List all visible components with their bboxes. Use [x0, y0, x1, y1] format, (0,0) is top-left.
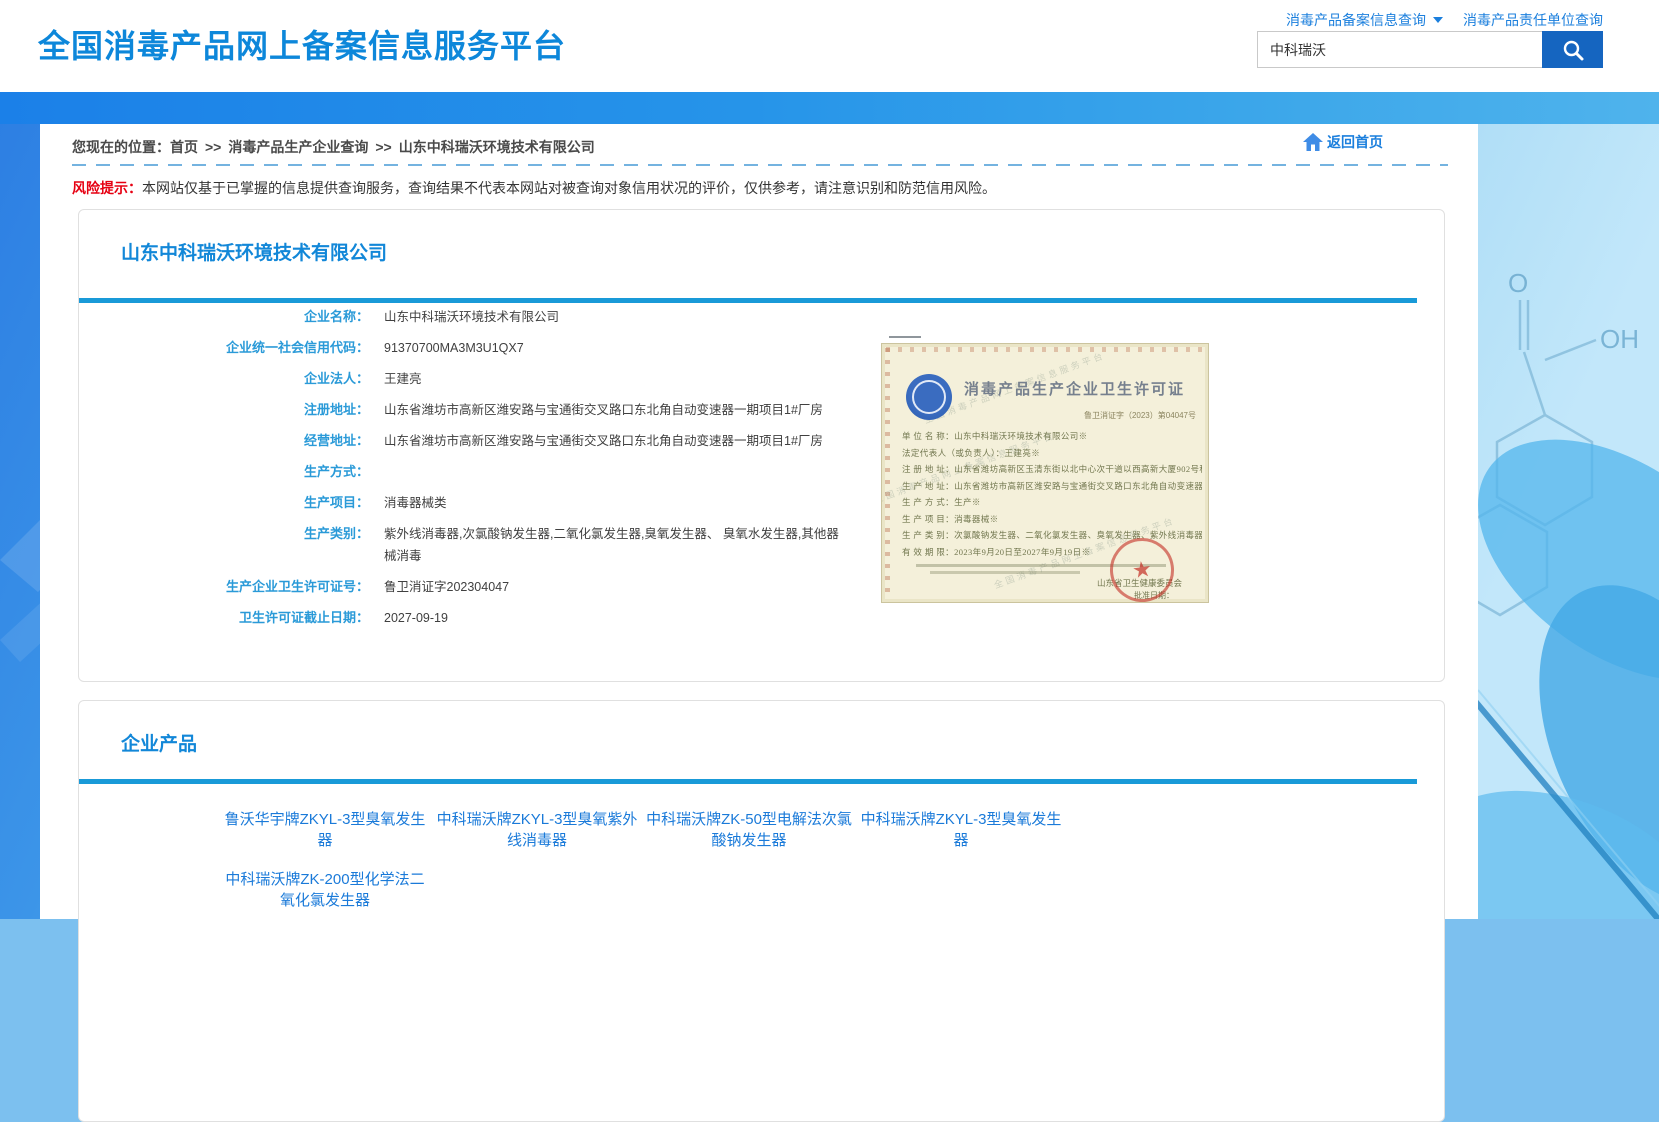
card-divider: [79, 298, 1417, 303]
field-row-production-mode: 生产方式：: [79, 461, 959, 483]
certificate-footnote-line: [930, 571, 1080, 574]
field-value: 山东中科瑞沃环境技术有限公司: [384, 306, 559, 328]
risk-notice: 风险提示：本网站仅基于已掌握的信息提供查询服务，查询结果不代表本网站对被查询对象…: [72, 178, 996, 198]
image-loading-dash: [889, 336, 921, 338]
field-label: 生产方式：: [79, 461, 369, 483]
nav-link-label: 消毒产品责任单位查询: [1463, 10, 1603, 30]
search-icon: [1561, 38, 1585, 62]
certificate-line: 生 产 方 式：生产※: [902, 494, 1202, 511]
search-input[interactable]: [1257, 31, 1542, 68]
field-row-business-address: 经营地址： 山东省潍坊市高新区潍安路与宝通街交叉路口东北角自动变速器一期项目1#…: [79, 430, 959, 452]
breadcrumb-enterprise-query[interactable]: 消毒产品生产企业查询: [228, 139, 368, 155]
field-label: 卫生许可证截止日期：: [79, 607, 369, 629]
field-row-license-number: 生产企业卫生许可证号： 鲁卫消证字202304047: [79, 576, 959, 598]
breadcrumb-home[interactable]: 首页: [170, 139, 198, 155]
product-link[interactable]: 鲁沃华宇牌ZKYL-3型臭氧发生器: [219, 809, 431, 851]
health-authority-emblem-icon: [906, 374, 952, 420]
breadcrumb-prefix: 您现在的位置：: [72, 139, 170, 155]
product-link[interactable]: 中科瑞沃牌ZK-50型电解法次氯酸钠发生器: [643, 809, 855, 851]
field-row-name: 企业名称： 山东中科瑞沃环境技术有限公司: [79, 306, 959, 328]
products-card-title: 企业产品: [121, 729, 197, 756]
certificate-image: 全国消毒产品网上备案信息服务平台 全国消毒产品网上备案信息服务平台 全国消毒产品…: [881, 343, 1209, 603]
certificate-border-decor: [885, 348, 890, 598]
product-link[interactable]: 中科瑞沃牌ZK-200型化学法二氧化氯发生器: [219, 869, 431, 911]
certificate-line: 单 位 名 称：山东中科瑞沃环境技术有限公司※: [902, 428, 1202, 445]
field-row-license-expiry: 卫生许可证截止日期： 2027-09-19: [79, 607, 959, 629]
card-divider: [79, 779, 1417, 784]
company-fields: 企业名称： 山东中科瑞沃环境技术有限公司 企业统一社会信用代码： 9137070…: [79, 306, 959, 638]
field-label: 企业法人：: [79, 368, 369, 390]
field-value: 王建亮: [384, 368, 422, 390]
field-row-registered-address: 注册地址： 山东省潍坊市高新区潍安路与宝通街交叉路口东北角自动变速器一期项目1#…: [79, 399, 959, 421]
site-title: 全国消毒产品网上备案信息服务平台: [38, 26, 566, 66]
breadcrumb-separator: >>: [205, 139, 221, 155]
certificate-body: 单 位 名 称：山东中科瑞沃环境技术有限公司※ 法定代表人（或负责人）：王建亮※…: [902, 428, 1202, 560]
certificate-border-decor: [886, 347, 1204, 352]
risk-notice-label: 风险提示：: [72, 180, 142, 196]
home-icon: [1302, 132, 1324, 152]
breadcrumb-current: 山东中科瑞沃环境技术有限公司: [399, 139, 595, 155]
certificate-number: 鲁卫消证字（2023）第04047号: [1084, 410, 1196, 421]
field-row-production-project: 生产项目： 消毒器械类: [79, 492, 959, 514]
field-value: 2027-09-19: [384, 607, 448, 629]
certificate-line: 法定代表人（或负责人）：王建亮※: [902, 445, 1202, 462]
site-header: 全国消毒产品网上备案信息服务平台 消毒产品备案信息查询 消毒产品责任单位查询: [0, 0, 1659, 92]
field-label: 生产项目：: [79, 492, 369, 514]
field-row-credit-code: 企业统一社会信用代码： 91370700MA3M3U1QX7: [79, 337, 959, 359]
certificate-line: 生 产 项 目：消毒器械※: [902, 511, 1202, 528]
company-card: 山东中科瑞沃环境技术有限公司 企业名称： 山东中科瑞沃环境技术有限公司 企业统一…: [78, 209, 1445, 682]
certificate-line: 注 册 地 址：山东省潍坊高新区玉清东街以北中心次干道以西高新大厦902号科研楼: [902, 461, 1202, 478]
back-home-label: 返回首页: [1327, 132, 1383, 152]
dashed-divider: [72, 164, 1448, 166]
field-row-production-category: 生产类别： 紫外线消毒器,次氯酸钠发生器,二氧化氯发生器,臭氧发生器、 臭氧水发…: [79, 523, 959, 567]
field-label: 企业名称：: [79, 306, 369, 328]
header-accent-band: [0, 92, 1659, 124]
product-link[interactable]: 中科瑞沃牌ZKYL-3型臭氧紫外线消毒器: [431, 809, 643, 851]
field-label: 企业统一社会信用代码：: [79, 337, 369, 359]
field-label: 生产类别：: [79, 523, 369, 545]
nav-link-filing-info-query[interactable]: 消毒产品备案信息查询: [1286, 10, 1443, 30]
company-card-title: 山东中科瑞沃环境技术有限公司: [121, 238, 387, 265]
breadcrumb-separator: >>: [375, 139, 391, 155]
nav-link-responsible-unit-query[interactable]: 消毒产品责任单位查询: [1463, 10, 1603, 30]
field-row-legal-person: 企业法人： 王建亮: [79, 368, 959, 390]
certificate-line: 生 产 地 址：山东省潍坊市高新区潍安路与宝通街交叉路口东北角自动变速器一期项目…: [902, 478, 1202, 495]
svg-text:O: O: [1508, 268, 1528, 298]
svg-text:OH: OH: [1600, 324, 1639, 354]
field-label: 注册地址：: [79, 399, 369, 421]
back-home-link[interactable]: 返回首页: [1302, 132, 1383, 152]
search-button[interactable]: [1542, 31, 1603, 68]
product-link[interactable]: 中科瑞沃牌ZKYL-3型臭氧发生器: [855, 809, 1067, 851]
certificate-title: 消毒产品生产企业卫生许可证: [964, 378, 1200, 399]
breadcrumb: 您现在的位置：首页 >> 消毒产品生产企业查询 >> 山东中科瑞沃环境技术有限公司: [72, 136, 595, 158]
field-value: 消毒器械类: [384, 492, 447, 514]
nav-link-label: 消毒产品备案信息查询: [1286, 10, 1426, 30]
seal-star: ★: [1131, 558, 1154, 583]
top-nav: 消毒产品备案信息查询 消毒产品责任单位查询: [1286, 10, 1603, 30]
products-card: 企业产品 鲁沃华宇牌ZKYL-3型臭氧发生器 中科瑞沃牌ZKYL-3型臭氧紫外线…: [78, 700, 1445, 1122]
search-bar: [1257, 31, 1603, 68]
field-label: 经营地址：: [79, 430, 369, 452]
field-value: 91370700MA3M3U1QX7: [384, 337, 524, 359]
field-value: 山东省潍坊市高新区潍安路与宝通街交叉路口东北角自动变速器一期项目1#厂房: [384, 430, 823, 452]
field-value: 山东省潍坊市高新区潍安路与宝通街交叉路口东北角自动变速器一期项目1#厂房: [384, 399, 823, 421]
risk-notice-text: 本网站仅基于已掌握的信息提供查询服务，查询结果不代表本网站对被查询对象信用状况的…: [142, 180, 996, 196]
chevron-down-icon: [1433, 17, 1443, 23]
product-list: 鲁沃华宇牌ZKYL-3型臭氧发生器 中科瑞沃牌ZKYL-3型臭氧紫外线消毒器 中…: [219, 809, 1079, 911]
field-value: 鲁卫消证字202304047: [384, 576, 509, 598]
field-value: 紫外线消毒器,次氯酸钠发生器,二氧化氯发生器,臭氧发生器、 臭氧水发生器,其他器…: [384, 523, 846, 567]
field-label: 生产企业卫生许可证号：: [79, 576, 369, 598]
main-panel: 您现在的位置：首页 >> 消毒产品生产企业查询 >> 山东中科瑞沃环境技术有限公司 返回…: [40, 124, 1478, 919]
